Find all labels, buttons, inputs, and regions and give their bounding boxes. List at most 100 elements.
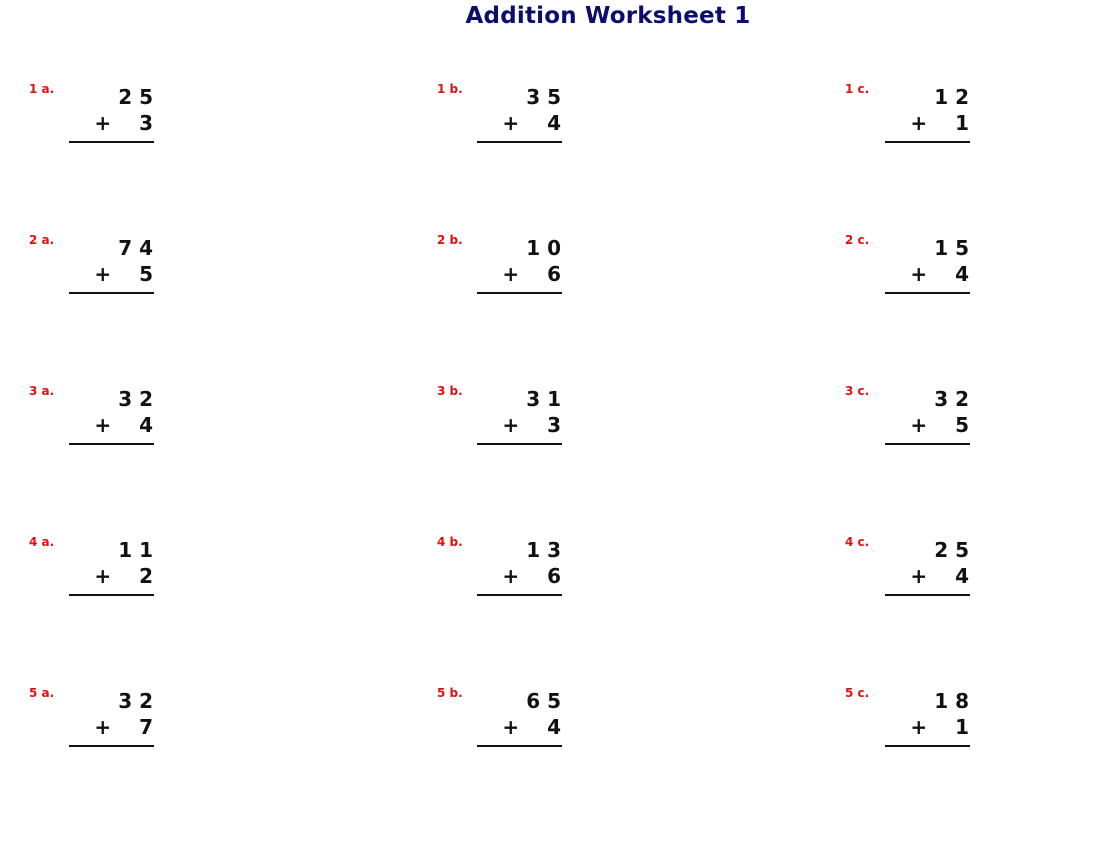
- addend-top: 7 4: [118, 236, 153, 260]
- problem-label: 5 c.: [845, 686, 870, 700]
- addend-bottom-row: +2: [94, 564, 153, 588]
- answer-line: [885, 594, 970, 596]
- problem-3c: 3 c. 3 2 +5: [845, 384, 970, 454]
- addend-top: 3 2: [118, 689, 153, 713]
- problem-3a: 3 a. 3 2 +4: [29, 384, 154, 454]
- plus-sign: +: [910, 564, 928, 588]
- addend-bottom-row: +5: [94, 262, 153, 286]
- answer-line: [885, 443, 970, 445]
- problem-1a: 1 a. 2 5 +3: [29, 82, 154, 152]
- answer-line: [69, 443, 154, 445]
- answer-line: [69, 594, 154, 596]
- plus-sign: +: [502, 715, 520, 739]
- addend-top: 1 3: [526, 538, 561, 562]
- plus-sign: +: [502, 111, 520, 135]
- plus-sign: +: [910, 111, 928, 135]
- answer-line: [69, 292, 154, 294]
- addend-bottom-row: +1: [910, 715, 969, 739]
- addend-top: 3 5: [526, 85, 561, 109]
- problem-3b: 3 b. 3 1 +3: [437, 384, 562, 454]
- addend-bottom-row: +4: [502, 111, 561, 135]
- addend-bottom: 3: [139, 111, 153, 135]
- addend-top: 1 1: [118, 538, 153, 562]
- plus-sign: +: [94, 413, 112, 437]
- plus-sign: +: [502, 262, 520, 286]
- plus-sign: +: [910, 715, 928, 739]
- problem-5c: 5 c. 1 8 +1: [845, 686, 970, 756]
- plus-sign: +: [94, 715, 112, 739]
- addend-top: 2 5: [934, 538, 969, 562]
- answer-line: [477, 141, 562, 143]
- problem-label: 1 b.: [437, 82, 463, 96]
- addend-bottom: 5: [139, 262, 153, 286]
- addend-bottom-row: +4: [94, 413, 153, 437]
- problem-label: 4 b.: [437, 535, 463, 549]
- problem-4b: 4 b. 1 3 +6: [437, 535, 562, 605]
- answer-line: [69, 745, 154, 747]
- addend-bottom: 6: [547, 564, 561, 588]
- addend-bottom-row: +4: [502, 715, 561, 739]
- addend-top: 3 2: [934, 387, 969, 411]
- addend-bottom-row: +3: [94, 111, 153, 135]
- answer-line: [477, 292, 562, 294]
- problem-label: 1 c.: [845, 82, 870, 96]
- plus-sign: +: [94, 262, 112, 286]
- addend-bottom: 4: [547, 111, 561, 135]
- addend-bottom-row: +4: [910, 564, 969, 588]
- answer-line: [69, 141, 154, 143]
- problem-label: 2 c.: [845, 233, 870, 247]
- plus-sign: +: [910, 262, 928, 286]
- addend-top: 3 2: [118, 387, 153, 411]
- plus-sign: +: [94, 564, 112, 588]
- plus-sign: +: [502, 564, 520, 588]
- addend-top: 1 2: [934, 85, 969, 109]
- addend-bottom-row: +7: [94, 715, 153, 739]
- addend-bottom: 5: [955, 413, 969, 437]
- addend-bottom: 2: [139, 564, 153, 588]
- addend-top: 1 5: [934, 236, 969, 260]
- problem-label: 1 a.: [29, 82, 55, 96]
- problem-label: 3 a.: [29, 384, 55, 398]
- problem-label: 3 c.: [845, 384, 870, 398]
- addend-bottom: 4: [547, 715, 561, 739]
- problem-label: 5 a.: [29, 686, 55, 700]
- problem-label: 2 a.: [29, 233, 55, 247]
- addend-bottom: 7: [139, 715, 153, 739]
- answer-line: [885, 141, 970, 143]
- addend-bottom: 4: [139, 413, 153, 437]
- problem-label: 5 b.: [437, 686, 463, 700]
- answer-line: [885, 745, 970, 747]
- addend-top: 3 1: [526, 387, 561, 411]
- problem-5b: 5 b. 6 5 +4: [437, 686, 562, 756]
- addend-bottom-row: +6: [502, 262, 561, 286]
- problem-1b: 1 b. 3 5 +4: [437, 82, 562, 152]
- worksheet-title: Addition Worksheet 1: [465, 3, 751, 29]
- addend-bottom: 3: [547, 413, 561, 437]
- problem-2a: 2 a. 7 4 +5: [29, 233, 154, 303]
- plus-sign: +: [502, 413, 520, 437]
- addend-top: 1 0: [526, 236, 561, 260]
- addend-bottom-row: +3: [502, 413, 561, 437]
- problem-2b: 2 b. 1 0 +6: [437, 233, 562, 303]
- problem-label: 2 b.: [437, 233, 463, 247]
- problem-4a: 4 a. 1 1 +2: [29, 535, 154, 605]
- problem-label: 4 c.: [845, 535, 870, 549]
- answer-line: [885, 292, 970, 294]
- addend-bottom: 4: [955, 564, 969, 588]
- addend-top: 6 5: [526, 689, 561, 713]
- plus-sign: +: [910, 413, 928, 437]
- addend-top: 2 5: [118, 85, 153, 109]
- addend-bottom-row: +4: [910, 262, 969, 286]
- addend-bottom-row: +5: [910, 413, 969, 437]
- problem-5a: 5 a. 3 2 +7: [29, 686, 154, 756]
- problem-label: 4 a.: [29, 535, 55, 549]
- problem-label: 3 b.: [437, 384, 463, 398]
- problem-2c: 2 c. 1 5 +4: [845, 233, 970, 303]
- answer-line: [477, 443, 562, 445]
- plus-sign: +: [94, 111, 112, 135]
- addend-top: 1 8: [934, 689, 969, 713]
- addend-bottom: 6: [547, 262, 561, 286]
- addend-bottom: 1: [955, 715, 969, 739]
- addend-bottom: 4: [955, 262, 969, 286]
- problem-1c: 1 c. 1 2 +1: [845, 82, 970, 152]
